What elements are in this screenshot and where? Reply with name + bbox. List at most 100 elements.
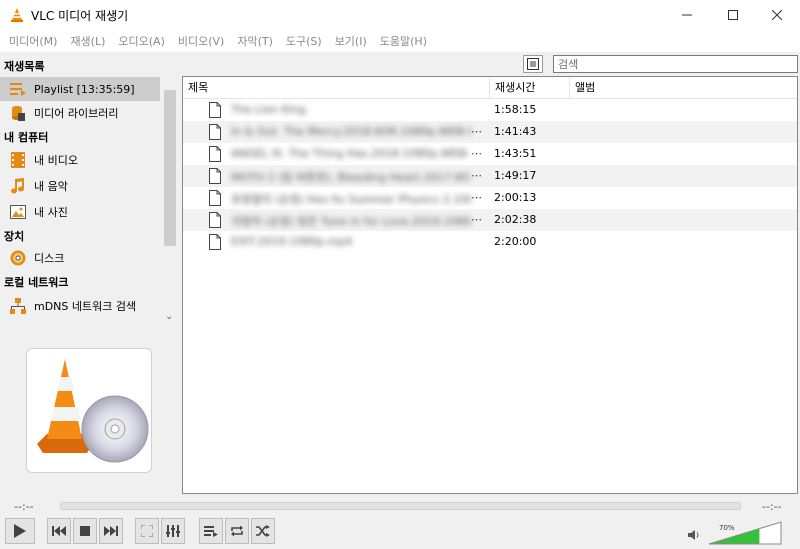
file-icon [209, 102, 221, 118]
seek-slider[interactable] [60, 502, 741, 510]
equalizer-icon [166, 525, 180, 537]
playlist-icon [10, 81, 26, 97]
row-title: 귀향의 (순정) 빛은 Tune in for Love.2019.1080p.… [231, 215, 471, 227]
stop-button[interactable] [73, 518, 97, 544]
row-duration: 1:43:51 [494, 147, 537, 160]
film-icon [10, 152, 26, 168]
file-icon [209, 234, 221, 250]
row-title: In & Out. The Mercy.2018.KOR.1080p.WEB-D… [231, 125, 471, 138]
sidebar-item-label: 미디어 라이브러리 [34, 107, 119, 120]
table-row[interactable]: In & Out. The Mercy.2018.KOR.1080p.WEB-D… [183, 121, 797, 143]
file-icon [209, 124, 221, 140]
picture-icon [10, 204, 26, 220]
album-art [26, 348, 152, 473]
search-input[interactable] [553, 55, 798, 73]
media-library-icon [10, 105, 26, 121]
section-my-computer: 내 컴퓨터 [4, 131, 49, 144]
sidebar-item-media-library[interactable]: 미디어 라이브러리 [0, 101, 160, 125]
playlist-icon [204, 526, 218, 537]
row-title: 유령열차 (순정) Hes Its Summer Physics 2.1080p… [231, 193, 471, 205]
playlist-view: 제목 재생시간 앨범 The Lion King 1:58:15 In & Ou… [182, 76, 798, 494]
table-row[interactable]: The Lion King 1:58:15 [183, 99, 797, 121]
title-bar: VLC 미디어 재생기 [0, 0, 800, 30]
menu-bar: 미디어(M) 재생(L) 오디오(A) 비디오(V) 자막(T) 도구(S) 보… [0, 30, 800, 52]
row-title: ANGEL III. The Thing Has.2018.1080p.WEB-… [231, 147, 471, 160]
sidebar-item-my-pictures[interactable]: 내 사진 [0, 200, 160, 224]
play-icon [14, 524, 26, 538]
menu-video[interactable]: 비디오(V) [173, 33, 229, 49]
close-button[interactable] [754, 0, 800, 30]
menu-audio[interactable]: 오디오(A) [113, 33, 169, 49]
fullscreen-button[interactable] [135, 518, 159, 544]
window-title: VLC 미디어 재생기 [31, 8, 129, 23]
table-row[interactable]: 귀향의 (순정) 빛은 Tune in for Love.2019.1080p.… [183, 209, 797, 231]
extended-settings-button[interactable] [161, 518, 185, 544]
file-icon [209, 190, 221, 206]
previous-button[interactable] [47, 518, 71, 544]
sidebar-scrollbar[interactable]: ⌄ [162, 76, 178, 324]
elapsed-time: --:-- [14, 500, 34, 513]
menu-subtitle[interactable]: 자막(T) [232, 33, 278, 49]
sidebar-item-my-videos[interactable]: 내 비디오 [0, 148, 160, 172]
file-icon [209, 168, 221, 184]
table-row[interactable]: 유령열차 (순정) Hes Its Summer Physics 2.1080p… [183, 187, 797, 209]
table-row[interactable]: EXIT.2019.1080p.mp4 2:20:00 [183, 231, 797, 253]
minimize-button[interactable] [664, 0, 710, 30]
row-ellipsis: ⋯ [471, 213, 482, 226]
close-icon [772, 10, 782, 20]
maximize-icon [728, 10, 738, 20]
speaker-icon[interactable] [688, 530, 700, 540]
list-view-icon [527, 58, 539, 70]
row-duration: 1:41:43 [494, 125, 537, 138]
scroll-down-icon[interactable]: ⌄ [165, 311, 173, 322]
minimize-icon [682, 14, 692, 16]
vlc-cone-icon [11, 8, 23, 22]
table-row[interactable]: ANGEL III. The Thing Has.2018.1080p.WEB-… [183, 143, 797, 165]
vlc-cone-disc-icon [37, 359, 149, 463]
skip-next-icon [104, 526, 118, 536]
menu-playback[interactable]: 재생(L) [65, 33, 110, 49]
remaining-time[interactable]: --:-- [762, 500, 782, 513]
next-button[interactable] [99, 518, 123, 544]
shuffle-button[interactable] [251, 518, 275, 544]
playlist-view-toggle-button[interactable] [523, 55, 543, 73]
volume-slider[interactable] [708, 521, 782, 545]
sidebar-item-my-music[interactable]: 내 음악 [0, 174, 160, 198]
row-ellipsis: ⋯ [471, 191, 482, 204]
row-title: EXIT.2019.1080p.mp4 [231, 235, 353, 248]
play-button[interactable] [5, 518, 35, 544]
sidebar-item-label: 내 비디오 [34, 154, 78, 167]
row-ellipsis: ⋯ [471, 147, 482, 160]
sidebar-item-disc[interactable]: 디스크 [0, 246, 160, 270]
file-icon [209, 212, 221, 228]
skip-previous-icon [52, 526, 66, 536]
toggle-playlist-button[interactable] [199, 518, 223, 544]
menu-view[interactable]: 보기(I) [330, 33, 372, 49]
section-devices: 장치 [4, 230, 25, 243]
row-ellipsis: ⋯ [471, 169, 482, 182]
menu-help[interactable]: 도움말(H) [375, 33, 432, 49]
sidebar-item-mdns[interactable]: mDNS 네트워크 검색 [0, 294, 160, 318]
row-duration: 2:20:00 [494, 235, 537, 248]
fullscreen-icon [141, 525, 153, 537]
sidebar-item-playlist[interactable]: Playlist [13:35:59] [0, 77, 160, 101]
file-icon [209, 146, 221, 162]
column-header-duration[interactable]: 재생시간 [490, 77, 570, 99]
playlist-header: 제목 재생시간 앨범 [183, 77, 797, 99]
repeat-icon [231, 525, 243, 537]
column-header-album[interactable]: 앨범 [570, 77, 630, 99]
menu-tools[interactable]: 도구(S) [281, 33, 327, 49]
row-title: The Lion King [231, 103, 306, 116]
column-header-title[interactable]: 제목 [183, 77, 490, 99]
table-row[interactable]: MOTH 2 (팀 버튼판), Bleeding Heart.2017.KOR.… [183, 165, 797, 187]
row-title: MOTH 2 (팀 버튼판), Bleeding Heart.2017.KOR.… [231, 171, 471, 183]
loop-button[interactable] [225, 518, 249, 544]
menu-media[interactable]: 미디어(M) [4, 33, 62, 49]
maximize-button[interactable] [710, 0, 756, 30]
sidebar-item-label: Playlist [13:35:59] [34, 82, 135, 96]
section-playlist: 재생목록 [4, 60, 45, 73]
row-ellipsis: ⋯ [471, 125, 482, 138]
sidebar-item-label: 내 음악 [34, 180, 68, 193]
sidebar-scroll-thumb[interactable] [164, 90, 176, 246]
section-local-network: 로컬 네트워크 [4, 276, 69, 289]
